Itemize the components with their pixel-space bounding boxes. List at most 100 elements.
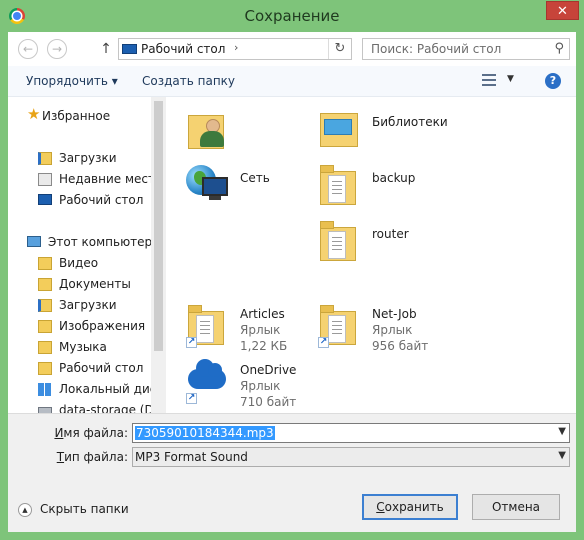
sidebar-item-downloads-pc[interactable]: Загрузки [8, 296, 151, 316]
onedrive-shortcut-icon: ↗ [186, 359, 228, 404]
organize-menu[interactable]: Упорядочить ▾ [26, 74, 118, 88]
file-item-onedrive[interactable]: ↗ OneDrive Ярлык 710 байт [166, 359, 366, 413]
sidebar-item-recent-places[interactable]: Недавние места [8, 170, 151, 190]
file-name: Articles [240, 307, 285, 321]
up-button[interactable]: ↑ [98, 39, 114, 59]
dialog-footer: ▲ Скрыть папки Сохранить Отмена [8, 473, 576, 532]
cancel-button[interactable]: Отмена [472, 494, 560, 520]
sidebar-item-this-pc[interactable]: Этот компьютер [8, 233, 151, 253]
shortcut-arrow-icon: ↗ [186, 337, 197, 348]
filetype-value[interactable]: MP3 Format Sound [135, 450, 248, 464]
dialog-client: ← → ↑ Рабочий стол › ↻ Поиск: Рабочий ст… [8, 32, 576, 532]
sidebar-item-favorites[interactable]: ★ Избранное [8, 107, 151, 127]
sidebar-item-data-storage[interactable]: data-storage (D:) [8, 401, 151, 413]
sidebar-item-label: Избранное [42, 109, 111, 123]
filetype-label: Тип файла: [56, 450, 128, 464]
sidebar-item-desktop[interactable]: Рабочий стол [8, 191, 151, 211]
chevron-down-icon[interactable]: ▼ [558, 426, 566, 437]
sidebar-item-label: Локальный диск [59, 382, 151, 396]
file-name: Net-Job [372, 307, 417, 321]
sidebar-item-label: Изображения [59, 319, 146, 333]
navigation-scrollbar[interactable] [151, 97, 166, 413]
file-view: Библиотеки Сеть backup router ↗ Articles… [166, 97, 576, 413]
view-options-icon[interactable] [482, 73, 496, 87]
save-dialog-window: Сохранение ✕ ← → ↑ Рабочий стол › ↻ Поис… [0, 0, 584, 540]
shortcut-arrow-icon: ↗ [186, 393, 197, 404]
folder-shortcut-icon: ↗ [318, 303, 360, 348]
sidebar-item-label: Рабочий стол [59, 193, 144, 207]
file-name: Сеть [240, 171, 270, 185]
file-size: 710 байт [240, 395, 297, 409]
file-item-backup[interactable]: backup [298, 157, 498, 213]
sidebar-item-label: Рабочий стол [59, 361, 144, 375]
sidebar-item-pictures[interactable]: Изображения [8, 317, 151, 337]
local-disk-icon [38, 383, 51, 396]
filename-label: Имя файла: [54, 426, 128, 440]
file-size: 1,22 КБ [240, 339, 288, 353]
new-folder-button[interactable]: Создать папку [142, 74, 235, 88]
file-item-router[interactable]: router [298, 213, 498, 269]
hide-folders-label[interactable]: Скрыть папки [40, 502, 129, 516]
sidebar-item-local-disk[interactable]: Локальный диск [8, 380, 151, 400]
desktop-folder-icon [38, 362, 52, 375]
file-type: Ярлык [240, 323, 281, 337]
file-name: Библиотеки [372, 115, 448, 129]
help-button[interactable]: ? [545, 73, 561, 89]
address-bar[interactable]: Рабочий стол › ↻ [118, 38, 352, 60]
sidebar-item-label: data-storage (D:) [59, 403, 151, 413]
sidebar-item-label: Загрузки [59, 151, 117, 165]
downloads-folder-icon [38, 152, 52, 165]
sidebar-item-desktop-pc[interactable]: Рабочий стол [8, 359, 151, 379]
shortcut-arrow-icon: ↗ [318, 337, 329, 348]
window-title: Сохранение [244, 7, 340, 25]
file-type: Ярлык [372, 323, 413, 337]
forward-button[interactable]: → [47, 39, 67, 59]
documents-folder-icon [38, 278, 52, 291]
folder-icon [318, 219, 360, 263]
view-dropdown-caret[interactable]: ▼ [507, 74, 514, 84]
chevron-down-icon[interactable]: ▼ [558, 450, 566, 461]
scrollbar-thumb[interactable] [154, 101, 163, 351]
search-placeholder: Поиск: Рабочий стол [371, 42, 502, 56]
file-name: backup [372, 171, 416, 185]
address-text[interactable]: Рабочий стол [141, 42, 225, 56]
file-fields: Имя файла: 73059010184344.mp3 ▼ Тип файл… [8, 413, 576, 474]
file-type: Ярлык [240, 379, 281, 393]
filename-input[interactable]: 73059010184344.mp3 ▼ [132, 423, 570, 443]
save-button[interactable]: Сохранить [362, 494, 458, 520]
sidebar-item-documents[interactable]: Документы [8, 275, 151, 295]
sidebar-item-music[interactable]: Музыка [8, 338, 151, 358]
refresh-button[interactable]: ↻ [328, 39, 351, 59]
collapse-arrow-icon[interactable]: ▲ [18, 503, 32, 517]
sidebar-item-label: Документы [59, 277, 131, 291]
sidebar-item-label: Этот компьютер [48, 235, 151, 249]
computer-icon [27, 236, 41, 247]
sidebar-item-label: Музыка [59, 340, 107, 354]
navigation-bar: ← → ↑ Рабочий стол › ↻ Поиск: Рабочий ст… [8, 32, 576, 66]
search-icon[interactable]: ⚲ [554, 41, 564, 56]
star-icon: ★ [27, 105, 41, 123]
back-button[interactable]: ← [18, 39, 38, 59]
close-button[interactable]: ✕ [546, 1, 579, 20]
recent-places-icon [38, 173, 52, 186]
filetype-select[interactable]: MP3 Format Sound ▼ [132, 447, 570, 467]
sidebar-item-label: Загрузки [59, 298, 117, 312]
sidebar-item-downloads[interactable]: Загрузки [8, 149, 151, 169]
filename-value[interactable]: 73059010184344.mp3 [135, 426, 275, 440]
desktop-icon [38, 194, 52, 205]
pictures-folder-icon [38, 320, 52, 333]
folder-shortcut-icon: ↗ [186, 303, 228, 348]
hide-folders-button[interactable]: ▲ Скрыть папки [18, 501, 148, 519]
file-item-libraries[interactable]: Библиотеки [298, 101, 498, 157]
file-item-net-job[interactable]: ↗ Net-Job Ярлык 956 байт [298, 303, 498, 359]
sidebar-item-videos[interactable]: Видео [8, 254, 151, 274]
folder-icon [318, 163, 360, 207]
videos-folder-icon [38, 257, 52, 270]
search-box[interactable]: Поиск: Рабочий стол ⚲ [362, 38, 570, 60]
title-bar[interactable]: Сохранение ✕ [0, 0, 584, 32]
chevron-right-icon[interactable]: › [234, 41, 238, 54]
navigation-pane: ★ Избранное Загрузки Недавние места Рабо… [8, 97, 151, 413]
downloads-folder-icon [38, 299, 52, 312]
network-icon [186, 163, 228, 207]
desktop-icon [122, 44, 137, 54]
